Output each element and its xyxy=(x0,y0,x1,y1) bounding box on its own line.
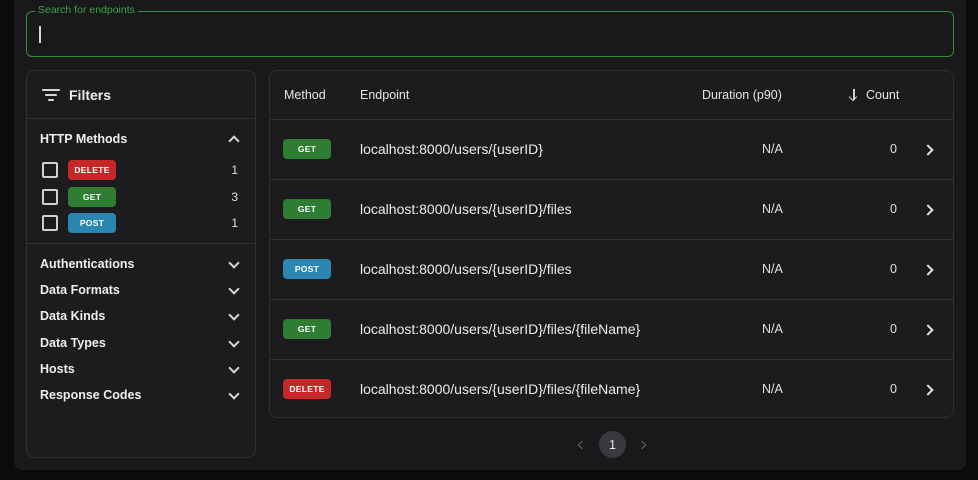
count-value: 0 xyxy=(890,382,897,396)
table-row[interactable]: GET localhost:8000/users/{userID}/files/… xyxy=(270,300,953,360)
duration-value: N/A xyxy=(762,142,783,156)
column-header-method: Method xyxy=(284,88,326,102)
method-count: 3 xyxy=(231,189,238,204)
checkbox[interactable] xyxy=(42,215,58,232)
method-count: 1 xyxy=(231,163,238,178)
page-button-current[interactable]: 1 xyxy=(599,431,626,458)
method-badge: DELETE xyxy=(283,379,331,399)
count-value: 0 xyxy=(890,262,897,276)
method-badge: GET xyxy=(283,139,331,159)
text-caret xyxy=(39,26,41,43)
chevron-right-icon[interactable] xyxy=(922,203,936,217)
filter-section-http-methods[interactable]: HTTP Methods xyxy=(27,121,255,157)
table-row[interactable]: POST localhost:8000/users/{userID}/files… xyxy=(270,240,953,300)
filter-section-label: Data Types xyxy=(40,335,106,350)
endpoint-path: localhost:8000/users/{userID}/files xyxy=(360,261,572,277)
filter-section-label: Response Codes xyxy=(40,388,142,403)
column-header-endpoint: Endpoint xyxy=(360,88,410,102)
filter-section-data-kinds[interactable]: Data Kinds xyxy=(27,303,255,329)
filter-section-label: Authentications xyxy=(40,256,135,271)
pagination: 1 xyxy=(571,431,654,458)
checkbox[interactable] xyxy=(42,188,58,205)
filter-section-response-codes[interactable]: Response Codes xyxy=(27,382,255,408)
method-badge: POST xyxy=(68,213,116,234)
chevron-left-icon[interactable] xyxy=(571,435,591,455)
chevron-right-icon[interactable] xyxy=(922,263,936,277)
filter-section-data-formats[interactable]: Data Formats xyxy=(27,277,255,303)
endpoints-table: Method Endpoint Duration (p90) Count GET… xyxy=(269,70,954,418)
chevron-down-icon[interactable] xyxy=(227,257,241,271)
method-filter-post[interactable]: POST 1 xyxy=(27,210,255,237)
endpoint-path: localhost:8000/users/{userID} xyxy=(360,141,543,157)
chevron-right-icon[interactable] xyxy=(922,383,936,397)
method-badge: GET xyxy=(283,319,331,339)
chevron-down-icon[interactable] xyxy=(227,309,241,323)
duration-value: N/A xyxy=(762,202,783,216)
method-badge: GET xyxy=(68,186,116,207)
duration-value: N/A xyxy=(762,262,783,276)
duration-value: N/A xyxy=(762,322,783,336)
filter-section-label: Data Formats xyxy=(40,282,120,297)
filter-section-label: HTTP Methods xyxy=(40,132,128,146)
endpoint-path: localhost:8000/users/{userID}/files/{fil… xyxy=(360,321,641,337)
chevron-right-icon[interactable] xyxy=(634,435,654,455)
duration-value: N/A xyxy=(762,382,783,396)
chevron-up-icon[interactable] xyxy=(227,132,241,146)
search-field[interactable]: Search for endpoints xyxy=(26,4,954,57)
method-badge: DELETE xyxy=(68,160,116,181)
filters-panel: Filters HTTP Methods DELETE 1 GET 3 POST… xyxy=(26,70,256,458)
column-header-count[interactable]: Count xyxy=(848,88,899,102)
filter-section-data-types[interactable]: Data Types xyxy=(27,329,255,355)
method-badge: GET xyxy=(283,199,331,219)
count-value: 0 xyxy=(890,142,897,156)
method-filter-delete[interactable]: DELETE 1 xyxy=(27,157,255,184)
method-count: 1 xyxy=(231,216,238,231)
count-value: 0 xyxy=(890,322,897,336)
table-row[interactable]: GET localhost:8000/users/{userID}/files … xyxy=(270,180,953,240)
table-row[interactable]: GET localhost:8000/users/{userID} N/A 0 xyxy=(270,120,953,180)
chevron-down-icon[interactable] xyxy=(227,283,241,297)
search-input[interactable] xyxy=(37,12,937,55)
endpoint-path: localhost:8000/users/{userID}/files/{fil… xyxy=(360,381,641,397)
chevron-right-icon[interactable] xyxy=(922,323,936,337)
table-row[interactable]: DELETE localhost:8000/users/{userID}/fil… xyxy=(270,360,953,417)
filter-section-authentications[interactable]: Authentications xyxy=(27,251,255,277)
filters-title: Filters xyxy=(69,86,112,103)
table-header: Method Endpoint Duration (p90) Count xyxy=(270,71,953,120)
arrow-down-icon xyxy=(848,89,860,101)
endpoint-path: localhost:8000/users/{userID}/files xyxy=(360,201,572,217)
filter-section-list: Authentications Data Formats Data Kinds … xyxy=(27,244,255,409)
column-header-count-label: Count xyxy=(866,88,900,102)
filter-lines-icon xyxy=(42,88,60,102)
method-badge: POST xyxy=(283,259,331,279)
chevron-down-icon[interactable] xyxy=(227,362,241,376)
method-filter-get[interactable]: GET 3 xyxy=(27,184,255,211)
column-header-duration[interactable]: Duration (p90) xyxy=(702,88,782,102)
chevron-down-icon[interactable] xyxy=(227,336,241,350)
chevron-down-icon[interactable] xyxy=(227,388,241,402)
filter-section-hosts[interactable]: Hosts xyxy=(27,356,255,382)
count-value: 0 xyxy=(890,202,897,216)
chevron-right-icon[interactable] xyxy=(922,143,936,157)
checkbox[interactable] xyxy=(42,162,58,179)
filter-section-label: Hosts xyxy=(40,361,75,376)
filter-section-label: Data Kinds xyxy=(40,309,106,324)
filters-header: Filters xyxy=(27,71,255,119)
